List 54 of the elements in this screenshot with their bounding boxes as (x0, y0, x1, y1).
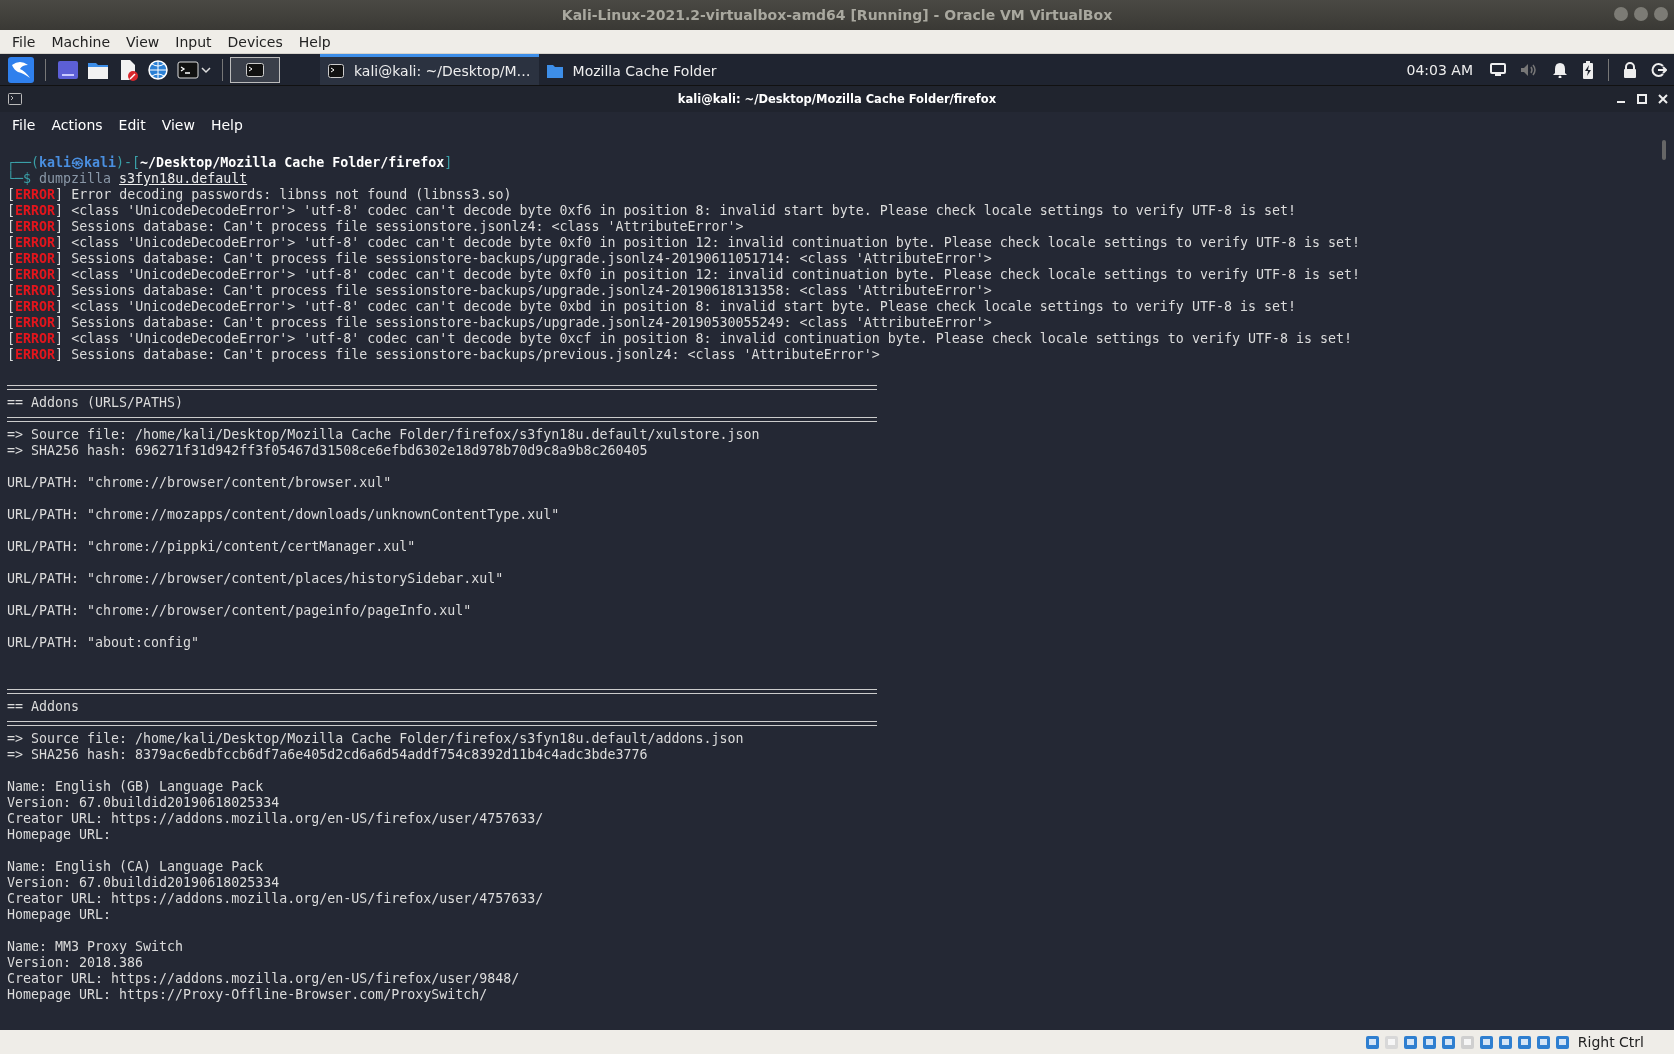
output-line: => SHA256 hash: 696271f31d942ff3f05467d31508ce6efbd6302e18d978b70d9c8a9b8c260405 (7, 443, 648, 458)
menu-item[interactable]: Devices (219, 33, 291, 50)
error-line: [ERROR] Sessions database: Can't process file sessionstore-backups/upgrade.jsonlz4-20190611051714: <class 'AttributeError'> (7, 251, 992, 266)
output-line: Version: 2018.386 (7, 955, 144, 970)
menu-item[interactable]: View (153, 117, 203, 133)
output-line: URL/PATH: "chrome://pippki/content/certManager.xul" (7, 539, 416, 554)
output-line: URL/PATH: "chrome://browser/content/places/historySidebar.xul" (7, 571, 504, 586)
taskbar-button[interactable]: kali@kali: ~/Desktop/M… (320, 54, 539, 85)
output-line: URL/PATH: "chrome://mozapps/content/downloads/unknownContentType.xul" (7, 507, 560, 522)
error-line: [ERROR] Sessions database: Can't process file sessionstore-backups/previous.jsonlz4: <class 'AttributeError'> (7, 347, 880, 362)
output-line: URL/PATH: "chrome://browser/content/browser.xul" (7, 475, 392, 490)
output-line: Homepage URL: https://Proxy-Offline-Browser.com/ProxySwitch/ (7, 987, 488, 1002)
error-line: [ERROR] <class 'UnicodeDecodeError'> 'utf-8' codec can't decode byte 0xf0 in position 12: invalid continuation byte. Please check locale settings to verify UTF-8 is set! (7, 267, 1360, 282)
error-line: [ERROR] Sessions database: Can't process file sessionstore-backups/upgrade.jsonlz4-20190618131358: <class 'AttributeError'> (7, 283, 992, 298)
output-line: URL/PATH: "about:config" (7, 635, 200, 650)
error-line: [ERROR] Sessions database: Can't process file sessionstore.jsonlz4: <class 'AttributeError'> (7, 219, 744, 234)
output-line: => Source file: /home/kali/Desktop/Mozilla Cache Folder/firefox/s3fyn18u.default/addons.json (7, 731, 744, 746)
menu-item[interactable]: Machine (43, 33, 119, 50)
menu-item[interactable]: File (4, 117, 44, 133)
host-key-label: Right Ctrl (1577, 1034, 1644, 1050)
menu-item[interactable]: Edit (110, 117, 154, 133)
output-line: Version: 67.0buildid20190618025334 (7, 875, 280, 890)
output-line: Name: MM3 Proxy Switch (7, 939, 184, 954)
menu-item[interactable]: View (118, 33, 168, 50)
output-line: Version: 67.0buildid20190618025334 (7, 795, 280, 810)
output-line: Creator URL: https://addons.mozilla.org/en-US/firefox/user/9848/ (7, 971, 520, 986)
menu-item[interactable]: File (4, 33, 44, 50)
output-line: URL/PATH: "chrome://browser/content/pageinfo/pageInfo.xul" (7, 603, 472, 618)
output-line: Creator URL: https://addons.mozilla.org/en-US/firefox/user/4757633/ (7, 811, 544, 826)
output-line: => SHA256 hash: 8379ac6edbfccb6df7a6e405d2cd6a6d54addf754c8392d11b4c4adc3bde3776 (7, 747, 648, 762)
error-line: [ERROR] <class 'UnicodeDecodeError'> 'utf-8' codec can't decode byte 0xf0 in position 12: invalid continuation byte. Please check locale settings to verify UTF-8 is set! (7, 235, 1360, 250)
error-line: [ERROR] Error decoding passwords: libnss not found (libnss3.so) (7, 187, 512, 202)
output-line: Homepage URL: (7, 827, 112, 842)
taskbar-button[interactable]: Mozilla Cache Folder (538, 54, 734, 85)
menu-item[interactable]: Help (202, 117, 251, 133)
output-line: => Source file: /home/kali/Desktop/Mozilla Cache Folder/firefox/s3fyn18u.default/xulstore.json (7, 427, 760, 442)
error-line: [ERROR] <class 'UnicodeDecodeError'> 'utf-8' codec can't decode byte 0xf6 in position 8: invalid start byte. Please check locale settings to verify UTF-8 is set! (7, 203, 1296, 218)
error-line: [ERROR] <class 'UnicodeDecodeError'> 'utf-8' codec can't decode byte 0xbd in position 8: invalid start byte. Please check locale settings to verify UTF-8 is set! (7, 299, 1296, 314)
menu-item[interactable]: Actions (43, 117, 111, 133)
error-line: [ERROR] <class 'UnicodeDecodeError'> 'utf-8' codec can't decode byte 0xcf in position 8: invalid continuation byte. Please check locale settings to verify UTF-8 is set! (7, 331, 1352, 346)
output-line: Creator URL: https://addons.mozilla.org/en-US/firefox/user/4757633/ (7, 891, 544, 906)
clock[interactable]: 04:03 AM (1406, 61, 1473, 78)
output-line: Name: English (CA) Language Pack (7, 859, 264, 874)
section-heading: == Addons (7, 699, 80, 714)
menu-item[interactable]: Help (290, 33, 339, 50)
menu-item[interactable]: Input (167, 33, 220, 50)
window-title: Kali-Linux-2021.2-virtualbox-amd64 [Running] - Oracle VM VirtualBox (561, 7, 1113, 23)
error-line: [ERROR] Sessions database: Can't process file sessionstore-backups/upgrade.jsonlz4-20190530055249: <class 'AttributeError'> (7, 315, 992, 330)
output-line: Homepage URL: (7, 907, 112, 922)
prompt-line: ┌──(kali㉿kali)-[~/Desktop/Mozilla Cache Folder/firefox] (7, 155, 453, 170)
section-heading: == Addons (URLS/PATHS) (7, 395, 184, 410)
terminal-title: kali@kali: ~/Desktop/Mozilla Cache Folder/firefox (677, 92, 997, 106)
command-line: └─$ dumpzilla s3fyn18u.default (7, 171, 248, 186)
output-line: Name: English (GB) Language Pack (7, 779, 264, 794)
